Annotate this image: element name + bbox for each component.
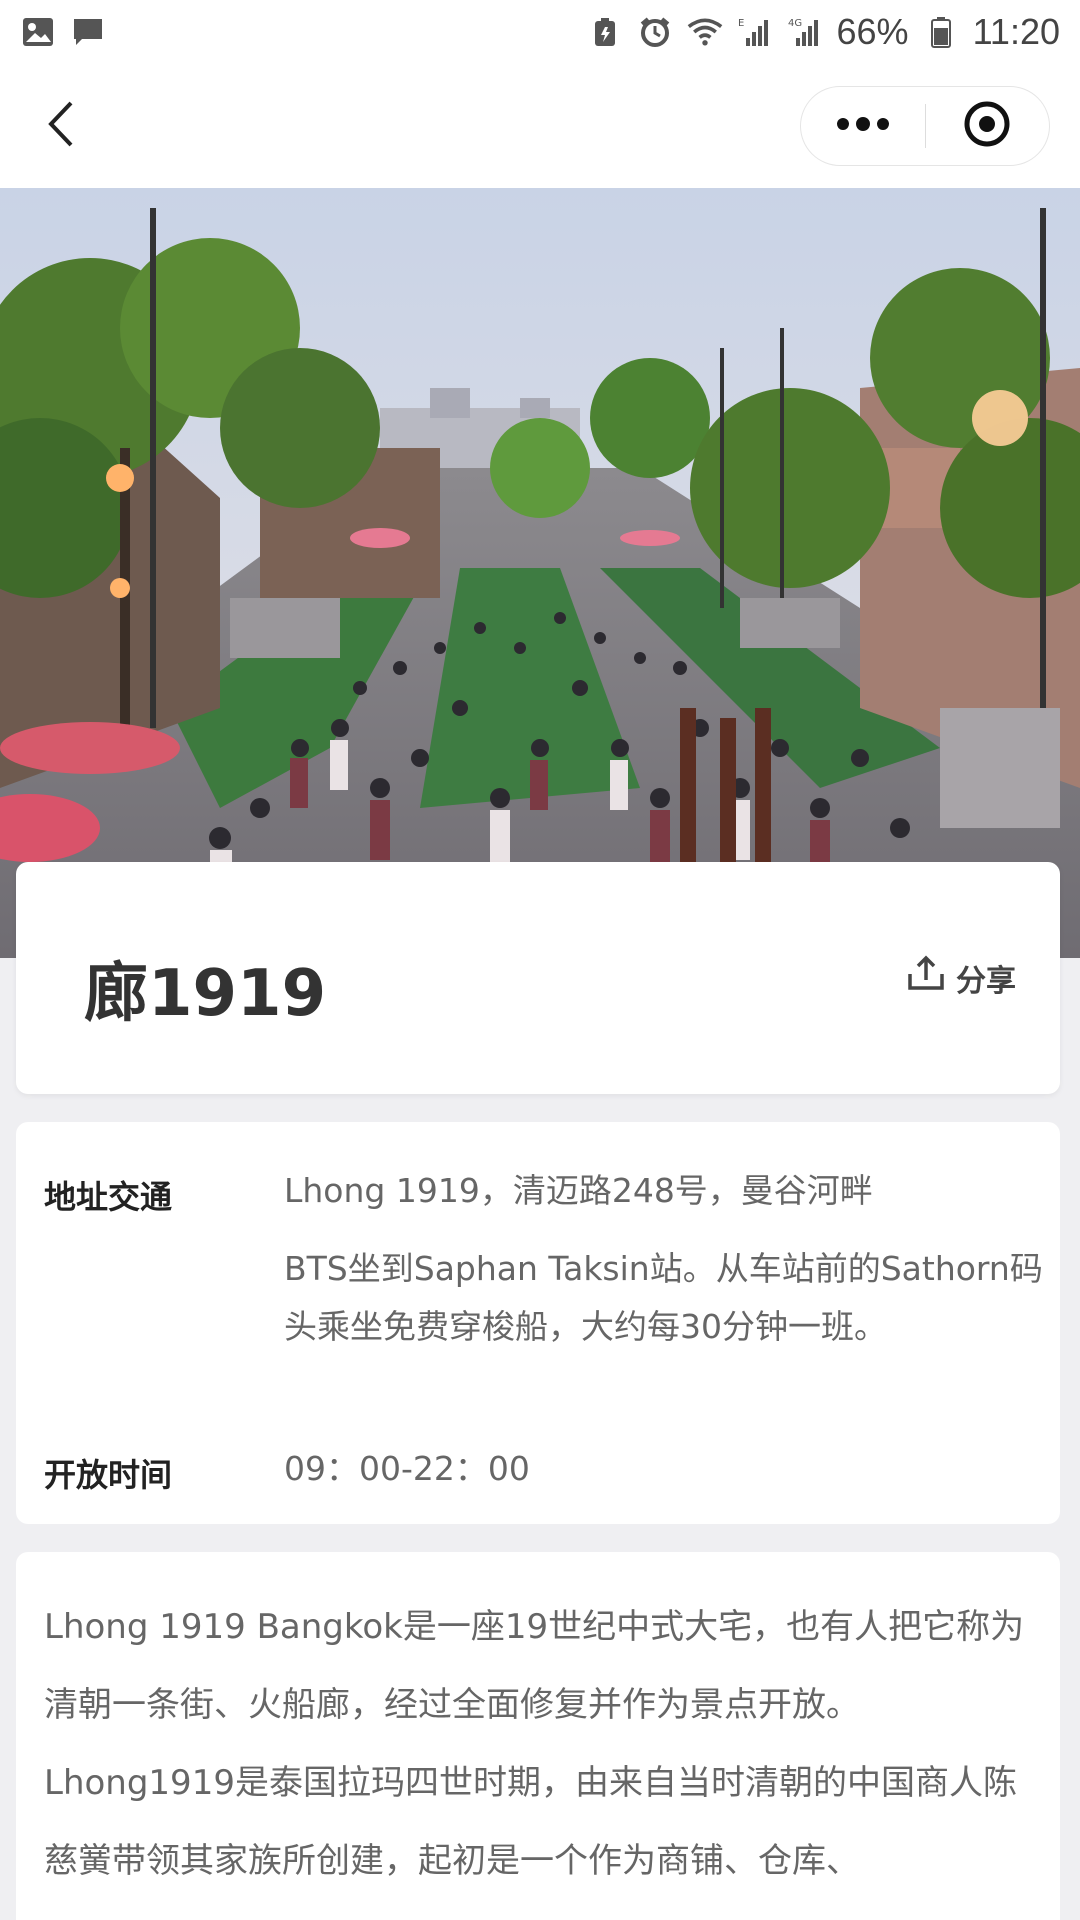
message-icon — [70, 16, 106, 48]
description-card: Lhong 1919 Bangkok是一座19世纪中式大宅，也有人把它称为清朝一… — [16, 1552, 1060, 1920]
share-icon — [906, 954, 946, 1002]
title-card: 廊1919 分享 — [16, 862, 1060, 1094]
description-paragraph-2: Lhong1919是泰国拉玛四世时期，由来自当时清朝的中国商人陈慈黉带领其家族所… — [44, 1763, 1017, 1881]
mini-program-capsule — [800, 86, 1050, 166]
info-card: 地址交通 Lhong 1919，清迈路248号，曼谷河畔 BTS坐到Saphan… — [16, 1122, 1060, 1524]
wifi-icon — [687, 16, 723, 48]
share-button[interactable]: 分享 — [906, 954, 1016, 1002]
hours-label: 开放时间 — [44, 1456, 173, 1494]
share-label: 分享 — [956, 964, 1016, 999]
status-left — [20, 16, 106, 48]
hours-value: 09：00-22：00 — [284, 1449, 530, 1488]
hero-photo — [0, 188, 1080, 958]
back-button[interactable] — [30, 94, 90, 158]
address-label: 地址交通 — [44, 1178, 173, 1216]
close-miniprogram-button[interactable] — [926, 87, 1050, 165]
battery-icon — [923, 16, 959, 48]
status-right: E 4G 66% 11:20 — [587, 11, 1060, 53]
status-bar: E 4G 66% 11:20 — [0, 0, 1080, 64]
svg-text:E: E — [738, 18, 744, 29]
battery-saver-icon — [587, 16, 623, 48]
alarm-icon — [637, 16, 673, 48]
clock: 11:20 — [972, 11, 1060, 52]
more-dots-icon — [835, 116, 891, 136]
more-button[interactable] — [801, 87, 925, 165]
svg-text:4G: 4G — [788, 18, 802, 29]
address-value: Lhong 1919，清迈路248号，曼谷河畔 — [284, 1171, 873, 1210]
description-paragraph-1: Lhong 1919 Bangkok是一座19世纪中式大宅，也有人把它称为清朝一… — [44, 1607, 1025, 1725]
transport-value: BTS坐到Saphan Taksin站。从车站前的Sathorn码头乘坐免费穿梭… — [284, 1249, 1043, 1346]
chevron-left-icon — [45, 99, 75, 153]
signal-e-icon: E — [737, 16, 773, 48]
target-circle-icon — [962, 99, 1012, 153]
signal-4g-icon: 4G — [787, 16, 823, 48]
page-title: 廊1919 — [84, 957, 327, 1031]
image-icon — [20, 16, 56, 48]
nav-bar — [0, 64, 1080, 188]
battery-percent: 66% — [836, 11, 909, 52]
